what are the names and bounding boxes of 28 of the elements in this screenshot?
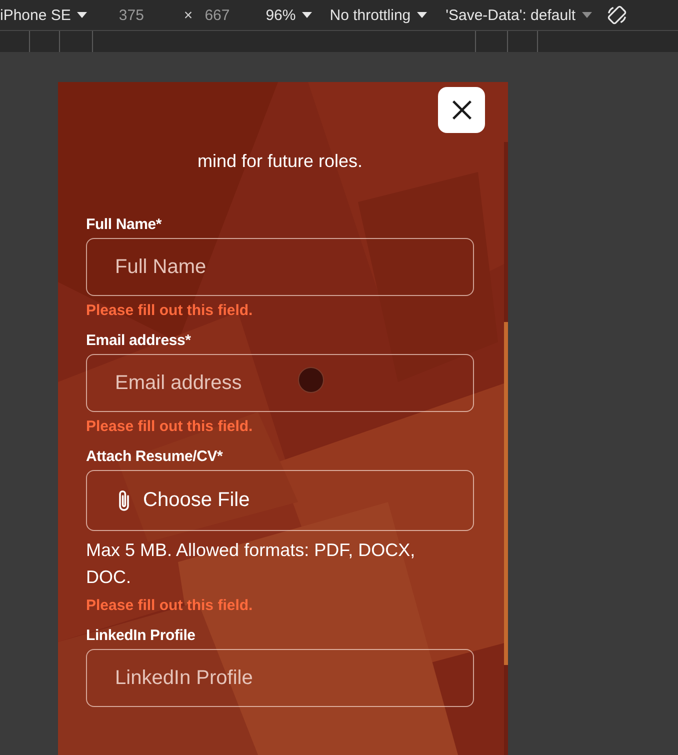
error-message: Please fill out this field. [86,301,254,321]
input-field[interactable]: Email address [86,354,474,412]
height-value[interactable]: 667 [204,6,230,24]
field-label: Email address* [86,332,192,350]
dimension-separator: × [184,6,193,24]
error-message: Please fill out this field. [86,417,254,437]
error-message: Please fill out this field. [86,596,254,616]
choose-file-button[interactable]: Choose File [86,470,474,531]
width-value[interactable]: 375 [118,6,144,24]
field-label: Attach Resume/CV* [86,448,224,466]
throttling-dropdown[interactable]: No throttling [330,6,427,24]
file-hint: Max 5 MB. Allowed formats: PDF, DOCX, DOC. [86,539,416,589]
field-label: Full Name* [86,216,163,234]
rotate-icon[interactable] [606,4,628,26]
caret-icon [416,12,427,18]
caret-icon [76,12,87,18]
input-field[interactable]: LinkedIn Profile [86,649,474,707]
device-dropdown[interactable]: iPhone SE [0,6,87,24]
caret-icon [582,12,592,18]
close-button[interactable] [438,87,485,133]
intro-text: mind for future roles. [196,150,364,173]
zoom-dropdown[interactable]: 96% [266,6,312,24]
field-label: LinkedIn Profile [86,627,196,645]
input-field[interactable]: Full Name [86,238,474,296]
scrollbar-thumb[interactable] [504,322,508,665]
caret-icon [302,12,312,18]
save-data-dropdown[interactable]: 'Save-Data': default [446,6,592,24]
paperclip-icon [117,488,131,512]
